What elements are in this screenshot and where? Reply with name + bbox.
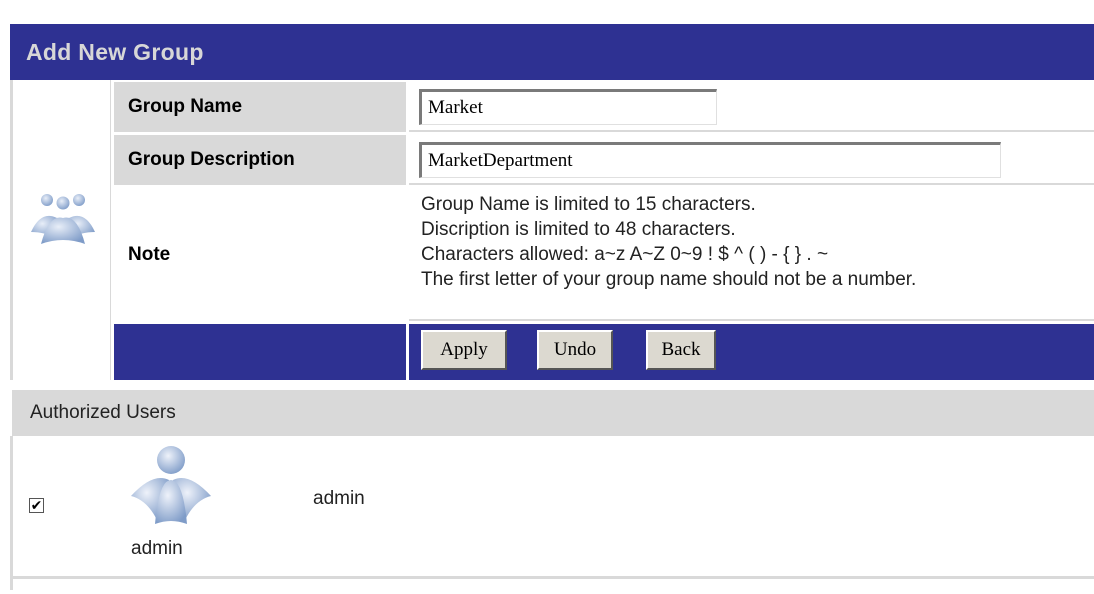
note-cell: Group Name is limited to 15 characters. … — [409, 188, 1094, 321]
user-icon-caption: admin — [131, 538, 183, 559]
group-icon — [31, 194, 95, 244]
note-label: Note — [114, 188, 406, 321]
authorized-users-list: ✔ admin admin — [10, 436, 1094, 590]
group-description-cell — [409, 135, 1094, 185]
user-checkbox[interactable]: ✔ — [29, 498, 44, 513]
note-line: Group Name is limited to 15 characters. — [421, 194, 756, 215]
note-text: Group Name is limited to 15 characters. … — [421, 192, 916, 292]
undo-button[interactable]: Undo — [537, 330, 613, 370]
button-row-spacer — [114, 324, 406, 380]
note-line: Characters allowed: a~z A~Z 0~9 ! $ ^ ( … — [421, 244, 829, 265]
button-row: Apply Undo Back — [409, 324, 1094, 380]
group-description-label: Group Description — [114, 135, 406, 185]
group-description-input[interactable] — [419, 142, 1001, 178]
group-name-label: Group Name — [114, 82, 406, 132]
add-group-panel: Add New Group Group Name Group Descripti… — [10, 10, 1094, 594]
user-name: admin — [313, 488, 365, 509]
users-divider — [12, 576, 1094, 579]
note-line: The first letter of your group name shou… — [421, 269, 917, 290]
back-button[interactable]: Back — [646, 330, 716, 370]
apply-button[interactable]: Apply — [421, 330, 507, 370]
group-icon-column — [10, 80, 111, 380]
group-name-input[interactable] — [419, 89, 717, 125]
group-name-cell — [409, 82, 1094, 132]
note-line: Discription is limited to 48 characters. — [421, 219, 736, 240]
panel-title: Add New Group — [10, 24, 1094, 80]
user-icon — [131, 446, 211, 524]
authorized-users-header: Authorized Users — [12, 390, 1094, 436]
